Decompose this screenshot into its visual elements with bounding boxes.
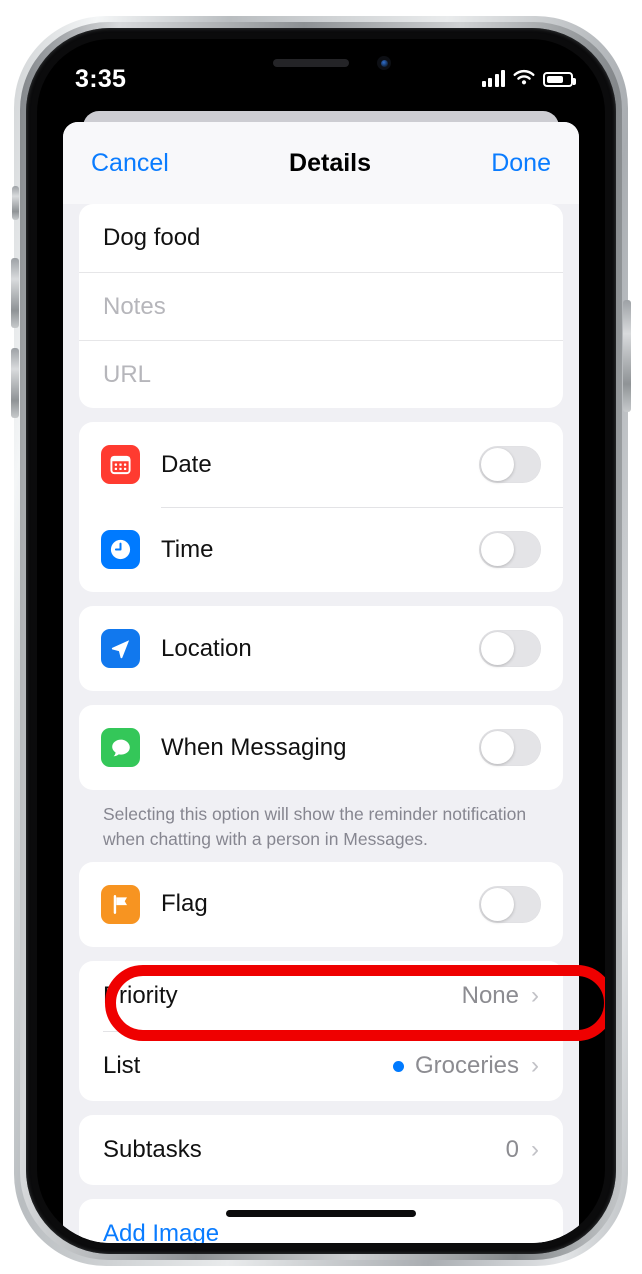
list-color-dot (392, 1060, 404, 1072)
row-label-time: Time (161, 535, 214, 563)
chevron-right-icon: › (531, 1051, 539, 1079)
cancel-button[interactable]: Cancel (91, 149, 169, 178)
row-label-date: Date (161, 450, 212, 478)
priority-value: None (461, 981, 519, 1009)
calendar-icon (101, 445, 140, 484)
screenshot-root: 3:35 Cancel Details Done Dog food Notes … (0, 0, 642, 1274)
url-input[interactable]: URL (79, 340, 563, 408)
volume-up-button[interactable] (11, 258, 19, 328)
front-camera-icon (377, 56, 391, 70)
row-when-messaging[interactable]: When Messaging (79, 705, 563, 790)
row-label-priority: Priority (103, 981, 178, 1009)
location-card: Location (79, 606, 563, 691)
row-label-flag: Flag (161, 890, 208, 918)
details-scroll-area[interactable]: Dog food Notes URL Date Time Location Wh… (63, 204, 579, 1243)
page-title: Details (289, 148, 372, 177)
wifi-icon (513, 70, 535, 85)
row-date[interactable]: Date (79, 422, 563, 507)
row-flag[interactable]: Flag (79, 862, 563, 947)
notch (214, 39, 428, 72)
status-time: 3:35 (75, 65, 127, 93)
date-time-card: Date Time (79, 422, 563, 592)
details-sheet: Cancel Details Done Dog food Notes URL D… (63, 122, 579, 1243)
messaging-footnote: Selecting this option will show the remi… (103, 804, 527, 849)
add-image-card: Add Image (79, 1198, 563, 1243)
subtasks-count: 0 (505, 1135, 519, 1163)
row-location[interactable]: Location (79, 606, 563, 691)
text-fields-card: Dog food Notes URL (79, 204, 563, 408)
messaging-card: When Messaging (79, 705, 563, 790)
toggle-flag[interactable] (479, 885, 541, 923)
row-label-location: Location (161, 634, 252, 662)
cellular-bars-icon (481, 70, 505, 87)
row-label-when-messaging: When Messaging (161, 733, 347, 761)
chevron-right-icon: › (531, 981, 539, 1009)
flag-card: Flag (79, 861, 563, 947)
navigation-bar: Cancel Details Done (63, 122, 579, 204)
message-bubble-icon (101, 728, 140, 767)
row-time[interactable]: Time (79, 507, 563, 592)
location-arrow-icon (101, 629, 140, 668)
toggle-when-messaging[interactable] (479, 729, 541, 766)
row-label-list: List (103, 1051, 141, 1079)
list-value: Groceries (392, 1051, 519, 1080)
row-subtasks[interactable]: Subtasks 0 › (79, 1115, 563, 1185)
battery-icon (543, 72, 576, 87)
done-button[interactable]: Done (491, 149, 551, 178)
priority-list-card: Priority None › List Groceries › (79, 960, 563, 1101)
mute-switch[interactable] (12, 186, 19, 220)
reminder-title-input[interactable]: Dog food (79, 204, 563, 272)
add-image-button[interactable]: Add Image (79, 1199, 563, 1243)
chevron-right-icon: › (531, 1135, 539, 1163)
list-value-text: Groceries (414, 1051, 519, 1079)
status-indicators (481, 69, 576, 87)
power-button[interactable] (623, 300, 631, 412)
toggle-date[interactable] (479, 446, 541, 483)
earpiece-speaker (273, 59, 349, 67)
clock-icon (101, 530, 140, 569)
phone-screen: 3:35 Cancel Details Done Dog food Notes … (37, 39, 605, 1243)
row-priority[interactable]: Priority None › (79, 961, 563, 1031)
notes-input[interactable]: Notes (79, 272, 563, 340)
home-indicator[interactable] (226, 1210, 416, 1217)
toggle-time[interactable] (479, 531, 541, 568)
volume-down-button[interactable] (11, 348, 19, 418)
row-list[interactable]: List Groceries › (79, 1030, 563, 1101)
toggle-location[interactable] (479, 630, 541, 667)
subtasks-card: Subtasks 0 › (79, 1114, 563, 1185)
flag-icon (101, 884, 140, 924)
row-label-subtasks: Subtasks (103, 1135, 202, 1163)
